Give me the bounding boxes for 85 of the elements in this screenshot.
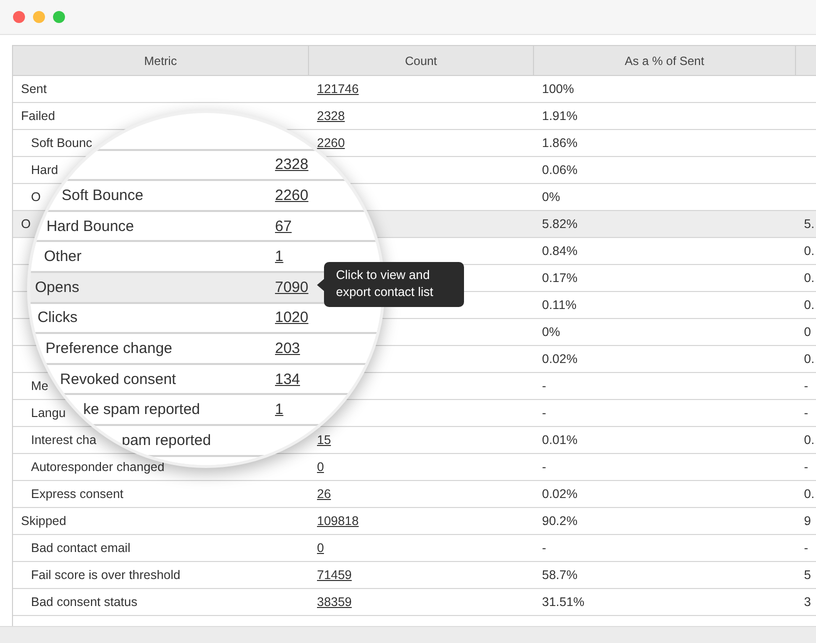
- metric-label: Soft Bounce: [62, 186, 144, 204]
- percent-value: 90.2%: [542, 514, 578, 528]
- metric-label: O: [31, 190, 41, 204]
- percent-value: 9: [804, 514, 811, 528]
- percent-value: -: [542, 460, 546, 474]
- percent-value: 0.02%: [542, 487, 578, 501]
- percent-value: 5: [804, 568, 811, 582]
- percent-value: 31.51%: [542, 595, 584, 609]
- count-link[interactable]: 2260: [275, 186, 308, 204]
- percent-value: 100%: [542, 82, 574, 96]
- metric-label: Autoresponder changed: [31, 460, 164, 474]
- metric-label: Clicks: [37, 309, 78, 326]
- count-link[interactable]: 0: [317, 541, 324, 555]
- column-header: Metric: [13, 46, 309, 75]
- metric-label: Other: [44, 248, 82, 266]
- percent-value: 0.06%: [542, 163, 578, 177]
- percent-value: 0.: [804, 298, 814, 312]
- percent-value: 0: [804, 325, 811, 339]
- percent-value: 0.11%: [542, 298, 577, 312]
- metric-label: Sent: [21, 82, 47, 96]
- percent-value: 0.02%: [542, 352, 578, 366]
- column-header: Count: [309, 46, 534, 75]
- percent-value: 1.91%: [542, 109, 578, 123]
- percent-value: 1.86%: [542, 136, 578, 150]
- percent-value: 0.: [804, 487, 814, 501]
- count-link[interactable]: 2328: [317, 109, 345, 123]
- metric-label: Preference change: [46, 340, 172, 357]
- count-link[interactable]: 0: [317, 460, 324, 474]
- metric-label: Revoked consent: [60, 370, 176, 388]
- count-link[interactable]: 7090: [275, 278, 308, 296]
- column-header: As a % of Sent: [534, 46, 796, 75]
- percent-value: -: [542, 379, 546, 393]
- maximize-button[interactable]: [53, 11, 65, 23]
- percent-value: -: [804, 379, 808, 393]
- metric-label: Skipped: [21, 514, 66, 528]
- percent-value: 0%: [542, 190, 560, 204]
- metric-label: Express consent: [31, 487, 124, 501]
- count-link[interactable]: 2328: [275, 156, 308, 174]
- percent-value: 3: [804, 595, 811, 609]
- count-link[interactable]: 109818: [317, 514, 359, 528]
- metric-label: Bad contact email: [31, 541, 130, 555]
- metric-label: Opens: [35, 278, 80, 296]
- metric-label: pam reported: [122, 432, 211, 449]
- count-link[interactable]: 38359: [317, 595, 352, 609]
- count-link[interactable]: 2260: [317, 136, 345, 150]
- percent-value: 0.: [804, 433, 814, 447]
- tooltip: Click to view and export contact list: [324, 262, 464, 307]
- percent-value: -: [542, 541, 546, 555]
- count-link[interactable]: 26: [317, 487, 331, 501]
- count-link[interactable]: 15: [317, 433, 331, 447]
- minimize-button[interactable]: [33, 11, 45, 23]
- count-link[interactable]: 134: [275, 370, 300, 388]
- percent-value: 58.7%: [542, 568, 578, 582]
- percent-value: 0.84%: [542, 244, 578, 258]
- metric-label: Hard Bounce: [46, 218, 134, 235]
- metric-label: O: [21, 217, 31, 231]
- percent-value: -: [804, 460, 808, 474]
- metric-label: Bad consent status: [31, 595, 138, 609]
- count-link[interactable]: 1020: [275, 309, 308, 326]
- metric-label: Fail score is over threshold: [31, 568, 180, 582]
- metric-label: Langu: [31, 406, 66, 420]
- percent-value: 5.: [804, 217, 814, 231]
- close-button[interactable]: [13, 11, 25, 23]
- metric-label: ke spam reported: [83, 401, 200, 418]
- metric-label: Hard: [31, 163, 58, 177]
- count-link[interactable]: 71459: [317, 568, 352, 582]
- count-link[interactable]: 1: [275, 248, 284, 266]
- percent-value: 0.: [804, 244, 814, 258]
- metric-label: Interest cha: [31, 433, 96, 447]
- percent-value: -: [542, 406, 546, 420]
- percent-value: 0.: [804, 352, 814, 366]
- percent-value: 0.01%: [542, 433, 578, 447]
- count-link[interactable]: 1: [275, 401, 284, 418]
- count-link[interactable]: 203: [275, 340, 300, 357]
- percent-value: 0.17%: [542, 271, 578, 285]
- count-link[interactable]: 121746: [317, 82, 359, 96]
- percent-value: -: [804, 541, 808, 555]
- percent-value: 0.: [804, 271, 814, 285]
- percent-value: 0%: [542, 325, 560, 339]
- count-link[interactable]: 67: [275, 218, 292, 235]
- metric-label: Me: [31, 379, 48, 393]
- percent-value: -: [804, 406, 808, 420]
- metric-label: Failed: [21, 109, 56, 123]
- metric-label: Soft Bounc: [31, 136, 92, 150]
- percent-value: 5.82%: [542, 217, 578, 231]
